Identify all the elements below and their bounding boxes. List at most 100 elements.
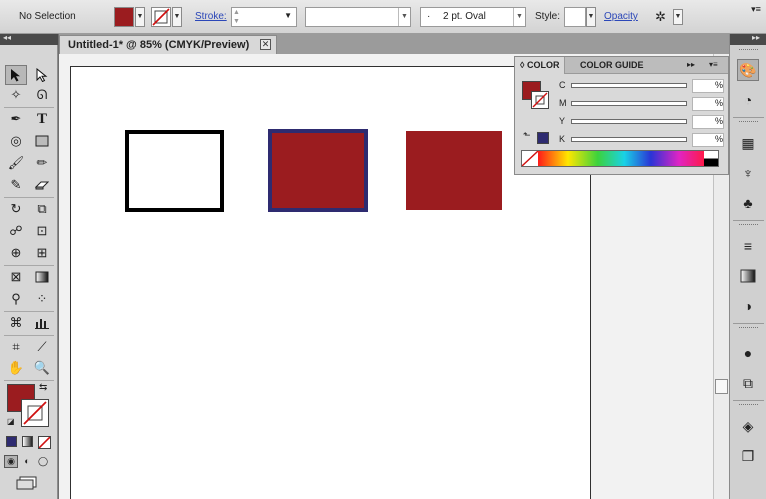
collapse-icon[interactable]: ◂◂	[3, 33, 11, 42]
paintbrush-tool-icon[interactable]: 🖌	[5, 153, 27, 173]
transparency-icon[interactable]: ◑	[737, 295, 759, 317]
stroke-icon[interactable]: ≡	[737, 235, 759, 257]
color-panel-icon[interactable]: 🎨	[737, 59, 759, 81]
magic-wand-tool-icon[interactable]: ✧	[5, 85, 27, 105]
direct-selection-tool-icon[interactable]	[31, 65, 53, 85]
layers-icon[interactable]: ◈	[737, 415, 759, 437]
color-mode-icon[interactable]	[6, 436, 17, 447]
none-swatch-icon[interactable]	[521, 150, 539, 167]
out-of-gamut-warning-icon[interactable]: ⬑	[523, 130, 531, 141]
control-bar-menu-icon[interactable]: ▾≡	[750, 3, 762, 15]
color-spectrum[interactable]	[538, 151, 704, 166]
swatches-icon[interactable]: ▦	[737, 132, 759, 154]
default-fill-stroke-icon[interactable]: ◪	[7, 417, 15, 426]
tools-stroke-swatch[interactable]	[21, 399, 49, 427]
cyan-slider[interactable]	[571, 83, 687, 88]
draw-normal-icon[interactable]: ◉	[4, 455, 18, 468]
variable-width-profile-field[interactable]: ▼	[305, 7, 411, 27]
red-rectangle[interactable]	[406, 131, 502, 210]
tools-panel-header[interactable]: ◂◂	[0, 33, 58, 45]
color-spectrum-bar[interactable]	[521, 150, 719, 167]
style-dropdown-arrow[interactable]: ▼	[586, 7, 596, 27]
close-icon[interactable]: ✕	[260, 39, 271, 50]
fill-color-button[interactable]	[114, 7, 134, 27]
color-guide-icon[interactable]: ◔	[737, 89, 759, 111]
pen-tool-icon[interactable]: ✒	[5, 109, 27, 129]
control-bar: No Selection ▼ ▼ Stroke: ▲ ▼ ▼ ▼ · 2 pt. …	[0, 0, 766, 34]
selection-tool-icon[interactable]	[5, 65, 27, 85]
none-mode-icon[interactable]	[38, 436, 51, 449]
scrollbar-thumb[interactable]	[715, 379, 728, 394]
artboard[interactable]	[70, 66, 591, 499]
artboards-icon[interactable]: ❐	[737, 445, 759, 467]
stroke-color-button[interactable]	[151, 7, 171, 27]
screen-mode-icon[interactable]	[16, 476, 40, 490]
brush-definition-field[interactable]: · 2 pt. Oval ▼	[420, 7, 526, 27]
pencil-tool-icon[interactable]: ✏	[31, 153, 53, 173]
draw-inside-icon[interactable]: ◯	[36, 455, 50, 468]
spiral-tool-icon[interactable]: ◎	[5, 131, 27, 151]
red-rectangle-blue-stroke[interactable]	[268, 129, 368, 212]
warp-tool-icon[interactable]: ☍	[5, 221, 27, 241]
appearance-icon[interactable]: ●	[737, 342, 759, 364]
stroke-dropdown-arrow[interactable]: ▼	[172, 7, 182, 27]
recolor-artwork-icon[interactable]: ✲	[655, 9, 673, 25]
lasso-tool-icon[interactable]: ᘏ	[31, 85, 53, 105]
symbols-icon[interactable]: ♣	[737, 192, 759, 214]
collapse-panel-icon[interactable]: ▸▸	[687, 60, 695, 69]
tab-color-guide[interactable]: COLOR GUIDE	[575, 57, 649, 74]
stroke-weight-stepper-icon[interactable]: ▲ ▼	[233, 8, 240, 26]
recolor-dropdown-arrow[interactable]: ▼	[673, 9, 683, 25]
yellow-slider[interactable]	[571, 119, 687, 124]
rotate-tool-icon[interactable]: ↻	[5, 199, 27, 219]
panel-menu-icon[interactable]: ▾≡	[709, 60, 718, 69]
panel-options-arrow-icon: ◊	[520, 60, 525, 70]
blob-brush-tool-icon[interactable]: ✎	[5, 175, 27, 195]
collapse-icon[interactable]: ▸▸	[752, 33, 760, 42]
magenta-slider[interactable]	[571, 101, 687, 106]
shape-builder-tool-icon[interactable]: ⊕	[5, 243, 27, 263]
type-tool-icon[interactable]: T	[31, 109, 53, 129]
graphic-styles-icon[interactable]: ⧉	[737, 372, 759, 394]
draw-behind-icon[interactable]: ◐	[20, 455, 34, 468]
color-panel-header: ◊ COLOR COLOR GUIDE ▸▸ ▾≡	[515, 57, 728, 74]
slice-tool-icon[interactable]: ⟋	[31, 337, 53, 357]
out-of-gamut-swatch[interactable]	[537, 132, 549, 144]
chevron-down-icon[interactable]: ▼	[284, 11, 292, 20]
gradient-tool-icon[interactable]	[31, 267, 53, 287]
magenta-slider-row: M %	[559, 97, 729, 111]
tab-color[interactable]: ◊ COLOR	[515, 57, 566, 74]
black-white-swatch[interactable]	[704, 151, 718, 166]
rectangle-tool-icon[interactable]	[31, 131, 53, 151]
perspective-grid-tool-icon[interactable]: ⊞	[31, 243, 53, 263]
black-slider-row: K %	[559, 133, 729, 147]
dock-header[interactable]: ▸▸	[730, 33, 766, 45]
illustrator-window: No Selection ▼ ▼ Stroke: ▲ ▼ ▼ ▼ · 2 pt. …	[0, 0, 766, 499]
opacity-link[interactable]: Opacity	[604, 11, 638, 22]
stroke-weight-field[interactable]: ▲ ▼ ▼	[231, 7, 297, 27]
zoom-tool-icon[interactable]: 🔍	[31, 358, 53, 378]
fill-dropdown-arrow[interactable]: ▼	[135, 7, 145, 27]
stroke-link[interactable]: Stroke:	[195, 11, 227, 22]
gradient-icon[interactable]	[737, 265, 759, 287]
column-graph-tool-icon[interactable]	[31, 313, 53, 333]
eyedropper-tool-icon[interactable]: ⚲	[5, 289, 27, 309]
white-rectangle[interactable]	[125, 130, 224, 212]
brushes-icon[interactable]: ♆	[737, 162, 759, 184]
chevron-down-icon[interactable]: ▼	[398, 8, 410, 26]
symbol-sprayer-tool-icon[interactable]: ⌘	[5, 313, 27, 333]
artboard-tool-icon[interactable]: ⌗	[5, 337, 27, 357]
mesh-tool-icon[interactable]: ⊠	[5, 267, 27, 287]
hand-tool-icon[interactable]: ✋	[5, 358, 27, 378]
gradient-mode-icon[interactable]	[22, 436, 33, 447]
chevron-down-icon[interactable]: ▼	[513, 8, 525, 26]
black-slider[interactable]	[571, 137, 687, 142]
panel-stroke-swatch[interactable]	[531, 91, 549, 109]
blend-tool-icon[interactable]: ⁘	[31, 289, 53, 309]
graphic-style-swatch[interactable]	[564, 7, 586, 27]
scale-tool-icon[interactable]: ⧉	[31, 199, 53, 219]
swap-fill-stroke-icon[interactable]: ⇆	[39, 382, 47, 393]
eraser-tool-icon[interactable]	[31, 175, 53, 195]
document-tab[interactable]: Untitled-1* @ 85% (CMYK/Preview) ✕	[59, 35, 277, 54]
free-transform-tool-icon[interactable]: ⊡	[31, 221, 53, 241]
